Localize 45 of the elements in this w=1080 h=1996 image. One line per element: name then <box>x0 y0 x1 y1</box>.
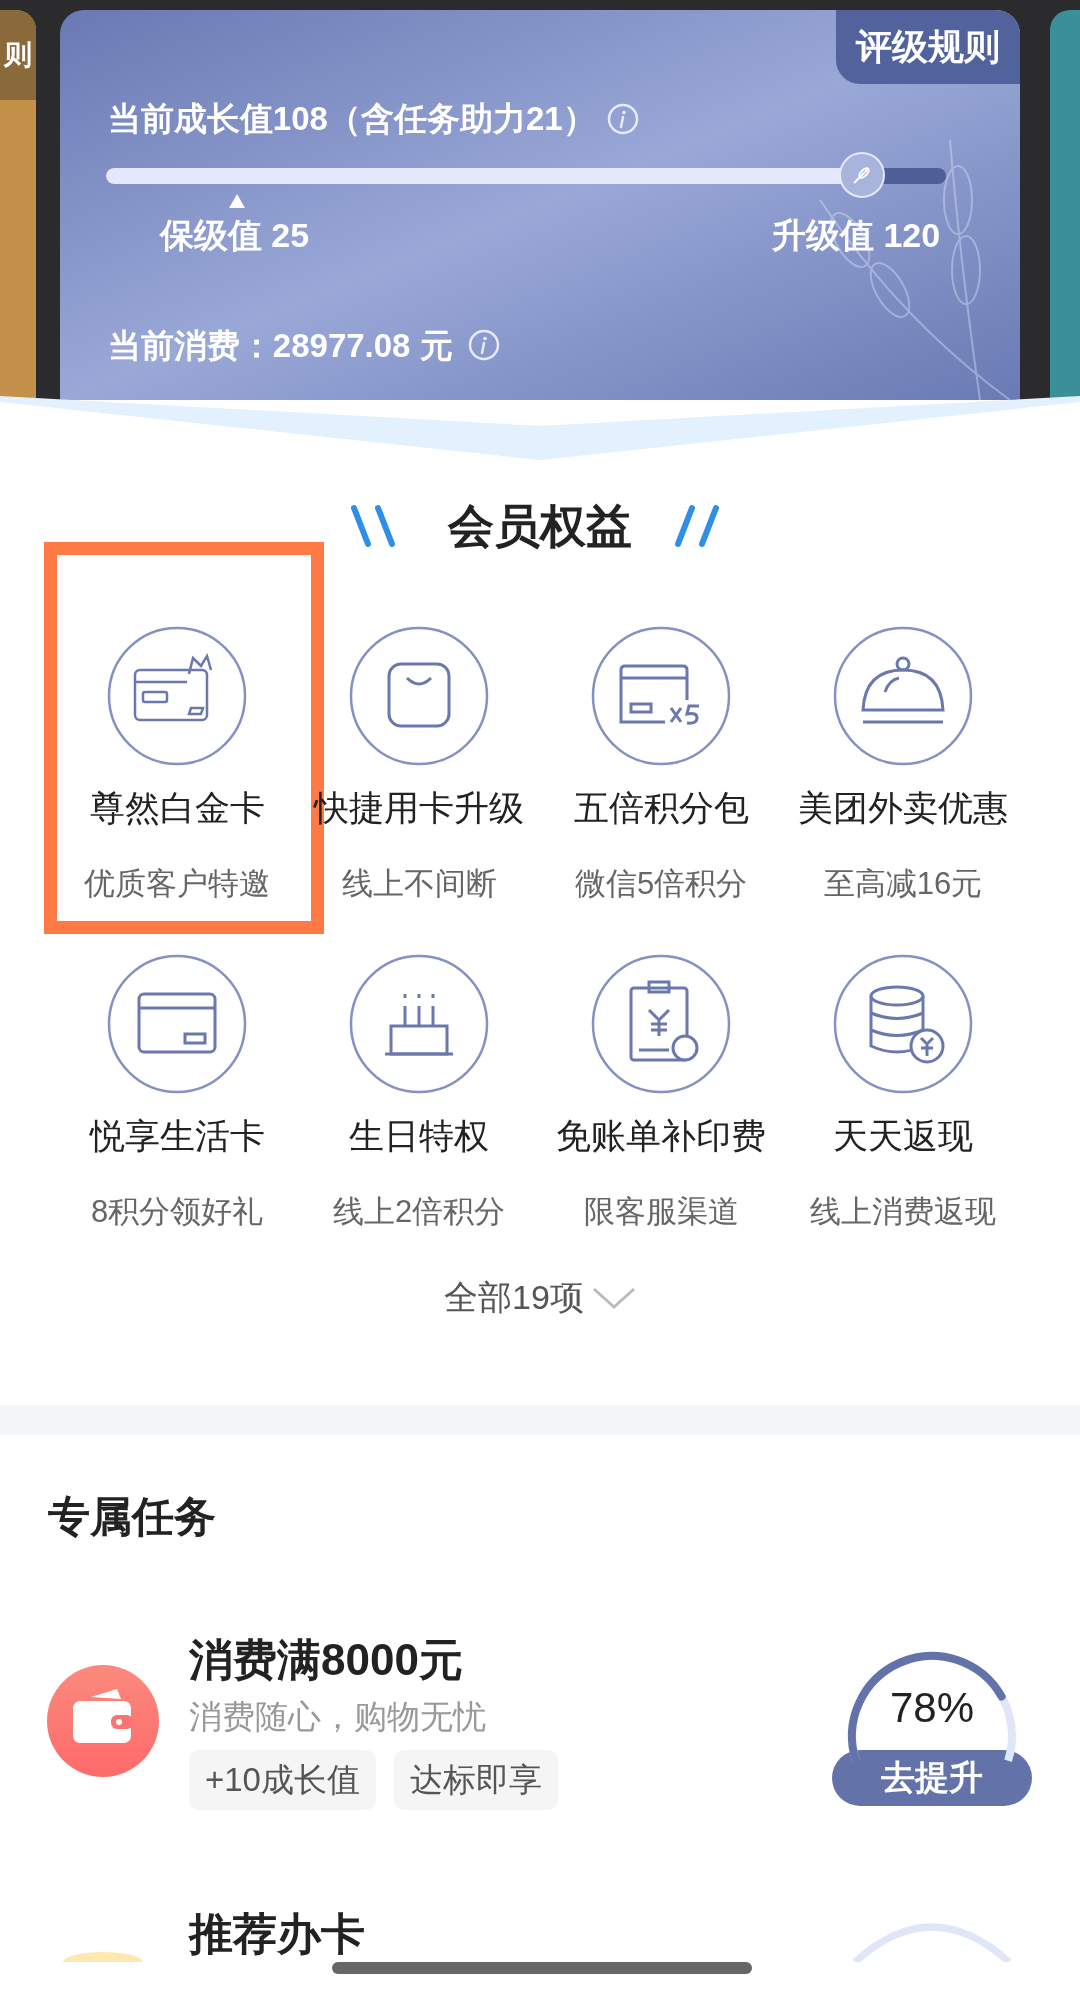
benefit-title: 美团外卖优惠 <box>798 787 1008 829</box>
growth-value-text: 当前成长值108（含任务助力21） <box>107 99 596 139</box>
spending-text: 当前消费：28977.08 元 <box>107 325 453 366</box>
section-title: 专属任务 <box>47 1492 217 1542</box>
improve-button[interactable]: 去提升 <box>832 1749 1032 1806</box>
side-card[interactable]: 则 <box>0 10 36 400</box>
benefit-subtitle: 线上不间断 <box>341 865 497 903</box>
coins-icon <box>833 954 973 1094</box>
side-card-text: 则 <box>3 41 32 69</box>
benefit-subtitle: 线上2倍积分 <box>332 1193 506 1231</box>
cloche-icon <box>833 626 973 766</box>
card-icon <box>107 954 247 1094</box>
progress-percent: 78% <box>888 1682 976 1733</box>
benefit-title: 天天返现 <box>833 1115 973 1157</box>
task-title: 推荐办卡 <box>189 1907 366 1960</box>
upgrade-level-label: 升级值 120 <box>771 214 941 256</box>
keep-level-label: 保级值 25 <box>159 214 310 256</box>
benefit-subtitle: 限客服渠道 <box>583 1193 739 1231</box>
benefit-subtitle: 微信5倍积分 <box>574 865 748 903</box>
benefit-subtitle: 优质客户特邀 <box>84 865 270 903</box>
benefit-subtitle: 至高减16元 <box>823 865 983 903</box>
task-tag: +10成长值 <box>189 1749 376 1810</box>
benefit-title: 悦享生活卡 <box>89 1115 265 1157</box>
benefit-title: 五倍积分包 <box>573 787 749 829</box>
benefit-subtitle: 8积分领好礼 <box>90 1193 264 1231</box>
benefit-title: 生日特权 <box>349 1115 489 1157</box>
task-icon <box>63 1951 143 1962</box>
section-title: 会员权益 <box>448 498 632 554</box>
benefit-title: 免账单补印费 <box>556 1115 766 1157</box>
benefit-subtitle: 线上消费返现 <box>810 1193 996 1231</box>
cake-icon <box>349 954 489 1094</box>
task-subtitle: 消费随心，购物无忧 <box>189 1697 487 1737</box>
card-multiplier-icon <box>591 626 731 766</box>
card-crown-icon <box>107 626 247 766</box>
info-icon[interactable] <box>605 101 640 136</box>
bag-icon <box>349 626 489 766</box>
show-all-link[interactable]: 全部19项 <box>444 1272 636 1323</box>
rating-rules-button[interactable]: 评级规则 <box>836 10 1021 84</box>
wallet-icon <box>47 1664 159 1777</box>
bill-icon <box>591 954 731 1094</box>
marker-triangle-icon <box>229 193 246 208</box>
task-tag: 达标即享 <box>394 1749 558 1810</box>
info-icon[interactable] <box>466 328 501 363</box>
task-title: 消费满8000元 <box>189 1634 464 1686</box>
benefit-title: 尊然白金卡 <box>89 787 265 829</box>
